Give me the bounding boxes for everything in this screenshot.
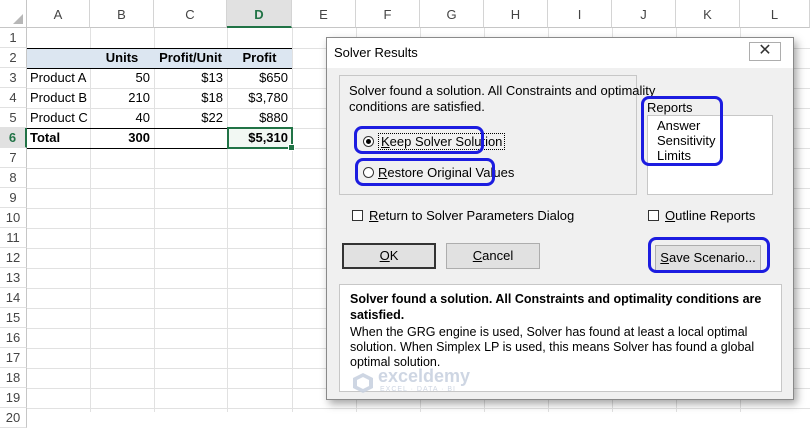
row-header-13[interactable]: 13 [0,268,27,288]
col-header-i[interactable]: I [548,0,612,28]
row-header-1[interactable]: 1 [0,28,27,48]
highlight-save [648,237,770,273]
row-header-11[interactable]: 11 [0,228,27,248]
table-cell-profit-unit[interactable]: $18 [154,88,227,108]
table-cell-units[interactable]: 40 [90,108,154,128]
table-cell-product[interactable]: Product B [27,88,90,108]
col-header-l[interactable]: L [740,0,810,28]
col-header-g[interactable]: G [420,0,484,28]
header-profit-unit[interactable]: Profit/Unit [154,48,227,68]
checkbox-icon [648,210,659,221]
table-cell-profit[interactable]: $880 [227,108,292,128]
row-header-7[interactable]: 7 [0,148,27,168]
row-header-12[interactable]: 12 [0,248,27,268]
highlight-restore [355,158,495,186]
col-header-c[interactable]: C [154,0,227,28]
table-cell-units[interactable]: 50 [90,68,154,88]
watermark-logo: exceldemy EXCEL · DATA · BI [352,367,470,397]
header-units[interactable]: Units [90,48,154,68]
col-header-k[interactable]: K [676,0,740,28]
dialog-title: Solver Results [334,45,418,60]
ok-button[interactable]: OK [342,243,436,269]
row-header-14[interactable]: 14 [0,288,27,308]
col-header-h[interactable]: H [484,0,548,28]
row-header-17[interactable]: 17 [0,348,27,368]
row-header-10[interactable]: 10 [0,208,27,228]
row-header-18[interactable]: 18 [0,368,27,388]
select-all-corner[interactable] [0,0,27,28]
outline-reports-checkbox[interactable]: Outline Reports [648,208,755,223]
col-header-j[interactable]: J [612,0,676,28]
active-cell-cursor [227,127,295,151]
total-units[interactable]: 300 [90,128,154,148]
table-cell-product[interactable]: Product C [27,108,90,128]
result-message: Solver found a solution. All Constraints… [349,83,656,114]
highlight-reports [641,96,723,166]
table-cell-profit[interactable]: $650 [227,68,292,88]
col-header-e[interactable]: E [292,0,356,28]
total-label[interactable]: Total [27,128,90,148]
table-cell-units[interactable]: 210 [90,88,154,108]
return-to-solver-checkbox[interactable]: Return to Solver Parameters Dialog [352,208,574,223]
title-bar[interactable]: Solver Results ✕ [327,38,793,68]
row-header-8[interactable]: 8 [0,168,27,188]
highlight-keep [354,126,484,154]
row-header-15[interactable]: 15 [0,308,27,328]
info-title: Solver found a solution. All Constraints… [350,292,762,322]
row-header-20[interactable]: 20 [0,408,27,428]
row-header-19[interactable]: 19 [0,388,27,408]
exceldemy-logo-icon [353,373,373,393]
row-header-3[interactable]: 3 [0,68,27,88]
header-profit[interactable]: Profit [227,48,292,68]
col-header-a[interactable]: A [27,0,90,28]
row-header-6[interactable]: 6 [0,128,27,148]
checkbox-icon [352,210,363,221]
col-header-f[interactable]: F [356,0,420,28]
row-header-9[interactable]: 9 [0,188,27,208]
col-header-b[interactable]: B [90,0,154,28]
col-header-d[interactable]: D [227,0,292,28]
close-icon: ✕ [758,42,772,59]
info-body: When the GRG engine is used, Solver has … [350,325,755,369]
row-header-5[interactable]: 5 [0,108,27,128]
table-cell-profit-unit[interactable]: $13 [154,68,227,88]
row-header-2[interactable]: 2 [0,48,27,68]
close-button[interactable]: ✕ [749,42,781,61]
row-header-16[interactable]: 16 [0,328,27,348]
row-header-4[interactable]: 4 [0,88,27,108]
table-cell-profit[interactable]: $3,780 [227,88,292,108]
table-cell-profit-unit[interactable]: $22 [154,108,227,128]
solver-results-dialog: Solver Results ✕ Solver found a solution… [326,37,794,400]
cancel-button[interactable]: Cancel [446,243,540,269]
info-panel: Solver found a solution. All Constraints… [339,284,782,393]
table-cell-product[interactable]: Product A [27,68,90,88]
